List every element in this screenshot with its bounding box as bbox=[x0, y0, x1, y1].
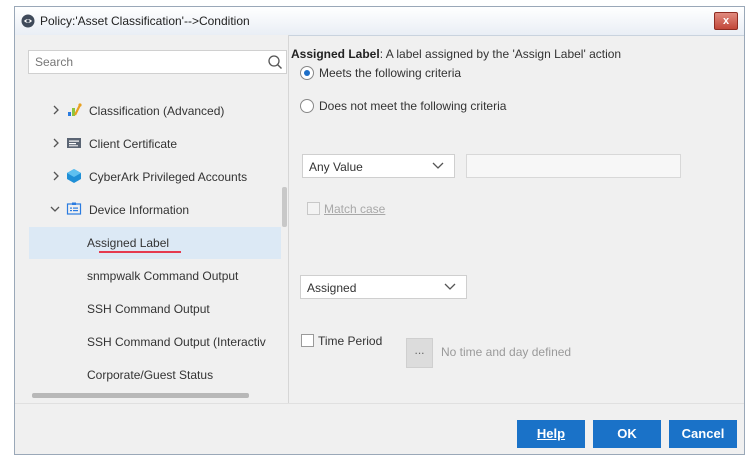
time-period-button[interactable]: ... bbox=[406, 338, 433, 368]
tree-item-cyberark[interactable]: CyberArk Privileged Accounts bbox=[15, 162, 288, 192]
assigned-select[interactable]: Assigned bbox=[300, 275, 467, 299]
match-value-field[interactable] bbox=[466, 154, 681, 178]
close-button[interactable]: x bbox=[714, 12, 738, 30]
window-title: Policy:'Asset Classification'-->Conditio… bbox=[40, 14, 250, 28]
tree-item-classification-advanced[interactable]: Classification (Advanced) bbox=[15, 96, 288, 126]
pane-divider bbox=[288, 35, 289, 403]
ok-button[interactable]: OK bbox=[593, 420, 661, 448]
tree-item-label: snmpwalk Command Output bbox=[87, 269, 239, 283]
tree-item-client-certificate[interactable]: Client Certificate bbox=[15, 129, 288, 159]
title-bar[interactable]: Policy:'Asset Classification'-->Conditio… bbox=[15, 7, 744, 36]
classification-icon bbox=[68, 103, 82, 116]
tree-item-ssh-output[interactable]: SSH Command Output bbox=[29, 293, 281, 325]
radio-meets-criteria[interactable] bbox=[300, 66, 314, 80]
chevron-right-icon[interactable] bbox=[51, 137, 61, 149]
match-type-select[interactable]: Any Value bbox=[302, 154, 455, 178]
selection-underline bbox=[99, 251, 181, 253]
chevron-down-icon bbox=[432, 162, 444, 169]
search-icon[interactable] bbox=[266, 53, 284, 71]
horizontal-scrollbar[interactable] bbox=[32, 393, 249, 398]
condition-heading: Assigned Label: A label assigned by the … bbox=[291, 47, 621, 61]
tree-item-device-information[interactable]: Device Information bbox=[15, 195, 288, 225]
tree-item-snmpwalk[interactable]: snmpwalk Command Output bbox=[29, 260, 281, 292]
tree-item-ssh-interactive[interactable]: SSH Command Output (Interactiv bbox=[29, 326, 281, 358]
radio-not-meets-criteria[interactable] bbox=[300, 99, 314, 113]
vertical-scrollbar[interactable] bbox=[282, 187, 287, 227]
tree-item-label: Classification (Advanced) bbox=[89, 104, 225, 118]
tree-item-label: Device Information bbox=[89, 203, 190, 217]
tree-item-label: Corporate/Guest Status bbox=[87, 368, 214, 382]
help-button[interactable]: Help bbox=[517, 420, 585, 448]
condition-dialog: Policy:'Asset Classification'-->Conditio… bbox=[14, 6, 745, 455]
tree-item-label: SSH Command Output (Interactiv bbox=[87, 335, 266, 349]
time-period-label: Time Period bbox=[318, 334, 383, 348]
search-box bbox=[28, 50, 287, 74]
certificate-icon bbox=[67, 138, 81, 148]
time-period-checkbox[interactable] bbox=[301, 334, 314, 347]
cyberark-icon bbox=[67, 169, 81, 183]
match-case-checkbox[interactable] bbox=[307, 202, 320, 215]
cancel-button[interactable]: Cancel bbox=[669, 420, 737, 448]
tree-item-corporate-guest[interactable]: Corporate/Guest Status bbox=[29, 359, 281, 391]
assigned-value: Assigned bbox=[307, 281, 357, 295]
chevron-right-icon[interactable] bbox=[51, 170, 61, 182]
chevron-down-icon[interactable] bbox=[49, 204, 61, 214]
search-input[interactable] bbox=[29, 51, 266, 73]
match-case-label: Match case bbox=[324, 202, 386, 216]
app-icon bbox=[21, 14, 35, 28]
tree-item-label: CyberArk Privileged Accounts bbox=[89, 170, 248, 184]
tree-item-label: Assigned Label bbox=[87, 236, 170, 250]
tree-item-assigned-label[interactable]: Assigned Label bbox=[29, 227, 281, 259]
device-info-icon bbox=[66, 202, 82, 215]
radio-meets-label[interactable]: Meets the following criteria bbox=[319, 66, 461, 80]
match-type-value: Any Value bbox=[309, 160, 363, 174]
time-period-status: No time and day defined bbox=[441, 345, 572, 359]
tree-item-label: SSH Command Output bbox=[87, 302, 210, 316]
radio-not-meets-label[interactable]: Does not meet the following criteria bbox=[319, 99, 506, 113]
footer-divider bbox=[15, 403, 744, 404]
criteria-tree-pane: Classification (Advanced) Client Certifi… bbox=[15, 35, 288, 403]
tree-item-label: Client Certificate bbox=[89, 137, 178, 151]
chevron-right-icon[interactable] bbox=[51, 104, 61, 116]
close-icon: x bbox=[722, 15, 730, 27]
condition-title: Assigned Label bbox=[291, 47, 380, 61]
chevron-down-icon bbox=[444, 283, 456, 290]
condition-description: : A label assigned by the 'Assign Label'… bbox=[379, 47, 622, 61]
